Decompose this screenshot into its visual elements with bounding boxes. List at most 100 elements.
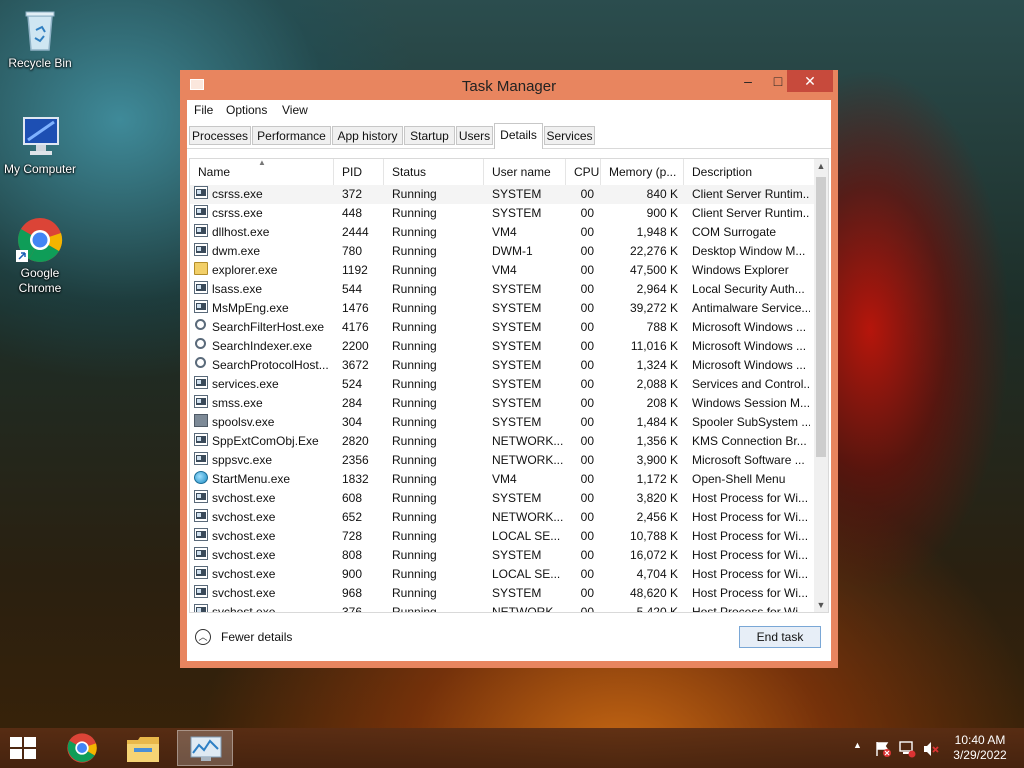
close-button[interactable]: ✕	[787, 70, 833, 92]
cell-status: Running	[392, 263, 437, 277]
cell-status: Running	[392, 586, 437, 600]
cell-pid: 780	[342, 244, 363, 258]
cell-status: Running	[392, 301, 437, 315]
table-row[interactable]: svchost.exe 652 Running NETWORK... 00 2,456 K…	[190, 508, 816, 527]
cell-mem: 4,704 K	[636, 567, 678, 581]
process-app-icon	[194, 205, 208, 218]
cell-cpu: 00	[580, 567, 594, 581]
vertical-scrollbar[interactable]: ▲ ▼	[814, 159, 828, 612]
cell-user: NETWORK...	[492, 605, 564, 613]
system-clock[interactable]: 10:40 AM 3/29/2022	[940, 733, 1020, 763]
cell-name: lsass.exe	[212, 282, 263, 296]
table-row[interactable]: csrss.exe 372 Running SYSTEM 00 840 K Client S…	[190, 185, 816, 204]
desktop-icon-my-computer[interactable]: My Computer	[0, 112, 80, 177]
tab-performance[interactable]: Performance	[252, 126, 331, 145]
scroll-down-icon[interactable]: ▼	[814, 598, 828, 612]
desktop-icon-label: Recycle Bin	[8, 56, 72, 70]
desktop-icon-recycle-bin[interactable]: Recycle Bin	[0, 6, 80, 71]
file-explorer-icon	[127, 737, 159, 762]
cell-pid: 968	[342, 586, 363, 600]
cell-pid: 652	[342, 510, 363, 524]
cell-user: SYSTEM	[492, 548, 542, 562]
table-row[interactable]: spoolsv.exe 304 Running SYSTEM 00 1,484 K Spoo…	[190, 413, 816, 432]
cell-mem: 5,420 K	[636, 605, 678, 613]
table-row[interactable]: SppExtComObj.Exe 2820 Running NETWORK... 00 1…	[190, 432, 816, 451]
cell-name: MsMpEng.exe	[212, 301, 289, 315]
table-row[interactable]: svchost.exe 608 Running SYSTEM 00 3,820 K Host…	[190, 489, 816, 508]
process-app-icon	[194, 604, 208, 612]
tab-app-history[interactable]: App history	[332, 126, 403, 145]
column-header-cpu[interactable]: CPU	[566, 159, 601, 185]
desktop-icon-google-chrome[interactable]: Google Chrome	[0, 216, 80, 296]
table-row[interactable]: sppsvc.exe 2356 Running NETWORK... 00 3,900 K…	[190, 451, 816, 470]
cell-name: csrss.exe	[212, 187, 263, 201]
table-row[interactable]: dwm.exe 780 Running DWM-1 00 22,276 K Desktop …	[190, 242, 816, 261]
minimize-button[interactable]: –	[733, 70, 763, 92]
taskbar-chrome-button[interactable]	[54, 730, 110, 766]
column-header-memory[interactable]: Memory (p...	[601, 159, 684, 185]
table-row[interactable]: MsMpEng.exe 1476 Running SYSTEM 00 39,272 K An…	[190, 299, 816, 318]
task-manager-icon	[190, 736, 222, 761]
column-header-pid[interactable]: PID	[334, 159, 384, 185]
cell-name: SearchProtocolHost...	[212, 358, 329, 372]
table-row[interactable]: lsass.exe 544 Running SYSTEM 00 2,964 K Local …	[190, 280, 816, 299]
cell-status: Running	[392, 320, 437, 334]
cell-mem: 840 K	[646, 187, 678, 201]
table-row[interactable]: smss.exe 284 Running SYSTEM 00 208 K Windows S…	[190, 394, 816, 413]
cell-user: LOCAL SE...	[492, 529, 561, 543]
start-icon[interactable]	[10, 737, 38, 761]
cell-cpu: 00	[580, 377, 594, 391]
cell-status: Running	[392, 472, 437, 486]
table-row[interactable]: svchost.exe 728 Running LOCAL SE... 00 10,788…	[190, 527, 816, 546]
table-row[interactable]: SearchIndexer.exe 2200 Running SYSTEM 00 11,0…	[190, 337, 816, 356]
scroll-thumb[interactable]	[816, 177, 826, 457]
cell-mem: 48,620 K	[629, 586, 678, 600]
taskbar-file-explorer-button[interactable]	[115, 730, 171, 766]
table-row[interactable]: svchost.exe 968 Running SYSTEM 00 48,620 K Hos…	[190, 584, 816, 603]
table-row[interactable]: svchost.exe 900 Running LOCAL SE... 00 4,704 …	[190, 565, 816, 584]
process-search-icon	[195, 338, 206, 349]
cell-name: svchost.exe	[212, 548, 276, 562]
table-row[interactable]: SearchProtocolHost... 3672 Running SYSTEM 00…	[190, 356, 816, 375]
cell-cpu: 00	[580, 320, 594, 334]
process-folder-icon	[194, 262, 208, 275]
tab-processes[interactable]: Processes	[189, 126, 251, 145]
tab-details[interactable]: Details	[494, 123, 543, 149]
cell-cpu: 00	[580, 491, 594, 505]
cell-status: Running	[392, 187, 437, 201]
cell-desc: Host Process for Wi...	[692, 548, 809, 562]
scroll-up-icon[interactable]: ▲	[814, 159, 828, 173]
tab-startup[interactable]: Startup	[404, 126, 455, 145]
cell-pid: 1832	[342, 472, 369, 486]
process-app-icon	[194, 490, 208, 503]
end-task-button[interactable]: End task	[739, 626, 821, 648]
menu-view[interactable]: View	[282, 103, 308, 117]
cell-mem: 22,276 K	[629, 244, 678, 258]
column-header-name[interactable]: Name ▲	[190, 159, 334, 185]
computer-icon	[16, 112, 64, 160]
table-row[interactable]: explorer.exe 1192 Running VM4 00 47,500 K Wind…	[190, 261, 816, 280]
cell-name: SearchIndexer.exe	[212, 339, 313, 353]
tab-services[interactable]: Services	[544, 126, 595, 145]
cell-status: Running	[392, 244, 437, 258]
cell-pid: 1476	[342, 301, 369, 315]
taskbar-task-manager-button[interactable]	[177, 730, 233, 766]
title-bar[interactable]: Task Manager – □ ✕	[180, 70, 838, 100]
tab-users[interactable]: Users	[456, 126, 493, 145]
cell-user: SYSTEM	[492, 396, 542, 410]
table-row[interactable]: svchost.exe 808 Running SYSTEM 00 16,072 K Hos…	[190, 546, 816, 565]
table-row[interactable]: SearchFilterHost.exe 4176 Running SYSTEM 00 7…	[190, 318, 816, 337]
table-row[interactable]: csrss.exe 448 Running SYSTEM 00 900 K Client S…	[190, 204, 816, 223]
column-header-user-name[interactable]: User name	[484, 159, 566, 185]
column-header-status[interactable]: Status	[384, 159, 484, 185]
menu-file[interactable]: File	[194, 103, 213, 117]
table-row[interactable]: services.exe 524 Running SYSTEM 00 2,088 K Ser…	[190, 375, 816, 394]
table-row[interactable]: StartMenu.exe 1832 Running VM4 00 1,172 K Open…	[190, 470, 816, 489]
table-row[interactable]: dllhost.exe 2444 Running VM4 00 1,948 K COM Su…	[190, 223, 816, 242]
menu-options[interactable]: Options	[226, 103, 267, 117]
table-row[interactable]: svchost.exe 376 Running NETWORK... 00 5,420 K…	[190, 603, 816, 613]
cell-pid: 304	[342, 415, 363, 429]
column-header-description[interactable]: Description	[684, 159, 816, 185]
cell-pid: 3672	[342, 358, 369, 372]
cell-status: Running	[392, 225, 437, 239]
